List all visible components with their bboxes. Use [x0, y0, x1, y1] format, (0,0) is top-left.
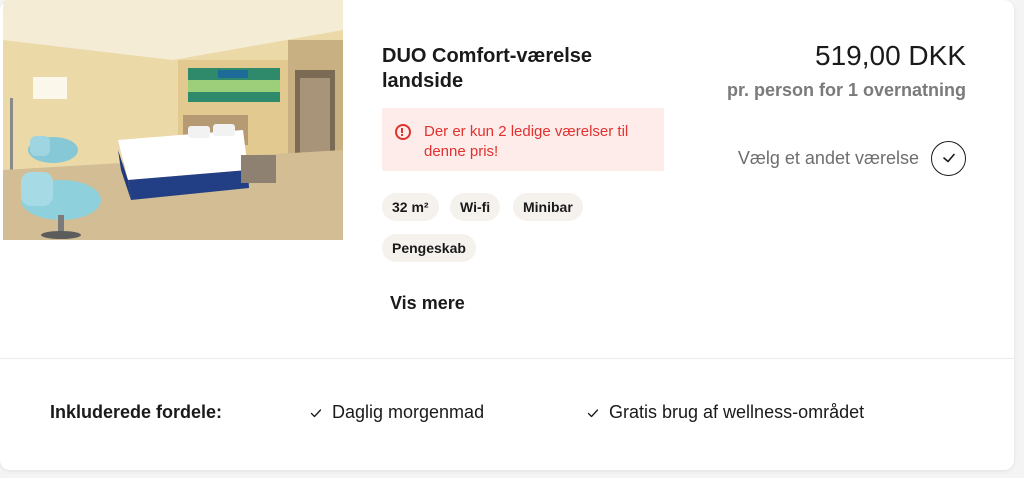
alert-text: Der er kun 2 ledige værelser til denne p… — [424, 123, 629, 160]
feature-chip-wifi: Wi-fi — [450, 193, 501, 221]
benefits-heading: Inkluderede fordele: — [50, 402, 223, 422]
availability-alert: Der er kun 2 ledige værelser til denne p… — [382, 108, 664, 171]
feature-chip-safe: Pengeskab — [382, 234, 476, 262]
price-basis: pr. person for 1 overnatning — [726, 80, 966, 100]
room-card: DUO Comfort-værelse landside Der er kun … — [0, 0, 1014, 470]
select-room-button[interactable]: Vælg et andet værelse — [738, 140, 966, 176]
benefit-item: Daglig morgenmad — [310, 402, 484, 423]
feature-chip-minibar: Minibar — [513, 193, 583, 221]
check-icon — [310, 408, 322, 417]
room-photo[interactable] — [3, 0, 343, 240]
check-icon — [942, 153, 955, 163]
show-more-link[interactable]: Vis mere — [390, 293, 465, 314]
feature-chip-size: 32 m² — [382, 193, 439, 221]
room-price: 519,00 DKK — [815, 40, 966, 71]
select-room-label: Vælg et andet værelse — [737, 147, 919, 168]
room-title: DUO Comfort-værelse landside — [382, 45, 593, 92]
warning-icon — [395, 124, 411, 140]
check-icon — [587, 408, 599, 417]
hotel-room-image — [3, 0, 343, 240]
benefit-item: Gratis brug af wellness-området — [587, 402, 864, 423]
section-divider — [0, 358, 1014, 359]
check-circle-icon[interactable] — [931, 140, 966, 176]
benefit-label: Gratis brug af wellness-området — [609, 402, 865, 422]
benefit-label: Daglig morgenmad — [332, 402, 485, 422]
